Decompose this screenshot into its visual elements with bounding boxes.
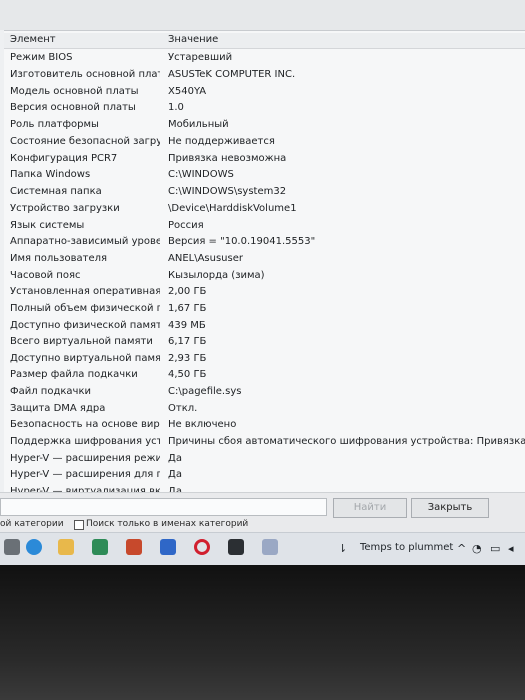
file-explorer-icon[interactable] — [58, 539, 74, 555]
top-strip — [0, 0, 525, 30]
row-value: Устаревший — [168, 52, 233, 63]
search-names-only-checkbox[interactable] — [74, 520, 84, 530]
row-name: Модель основной платы — [10, 86, 139, 97]
row-value: Откл. — [168, 403, 198, 414]
row-value: 1,67 ГБ — [168, 303, 207, 314]
network-icon[interactable]: ◔ — [472, 542, 482, 555]
weather-icon[interactable]: ⇂ — [338, 542, 347, 555]
row-name: Состояние безопасной загруз... — [10, 136, 160, 147]
row-name: Папка Windows — [10, 169, 91, 180]
row-name: Часовой пояс — [10, 270, 81, 281]
row-value: C:\pagefile.sys — [168, 386, 242, 397]
laptop-bezel — [0, 565, 525, 700]
column-header-value[interactable]: Значение — [168, 33, 218, 47]
search-names-only-label: Поиск только в именах категорий — [86, 519, 249, 529]
row-value: 4,50 ГБ — [168, 369, 207, 380]
opera-icon[interactable] — [194, 539, 210, 555]
row-name: Устройство загрузки — [10, 203, 120, 214]
row-value: 6,17 ГБ — [168, 336, 207, 347]
row-value: 2,00 ГБ — [168, 286, 207, 297]
row-value: Привязка невозможна — [168, 153, 287, 164]
row-value: Да — [168, 453, 182, 464]
search-options: ой категории Поиск только в именах катег… — [0, 517, 525, 533]
row-name: Режим BIOS — [10, 52, 73, 63]
powerpoint-icon[interactable] — [126, 539, 142, 555]
row-value: ASUSTeK COMPUTER INC. — [168, 69, 296, 80]
system-info-window: Элемент Значение Режим BIOS Устаревший Изг… — [0, 0, 525, 565]
row-name: Поддержка шифрования устр... — [10, 436, 160, 447]
row-name: Размер файла подкачки — [10, 369, 138, 380]
row-name: Имя пользователя — [10, 253, 108, 264]
row-name: Изготовитель основной платы — [10, 69, 160, 80]
row-value: C:\WINDOWS — [168, 169, 234, 180]
find-button[interactable]: Найти — [333, 498, 407, 518]
column-header-name[interactable]: Элемент — [10, 33, 160, 47]
weather-widget-text[interactable]: Temps to plummet — [360, 542, 453, 553]
edge-icon[interactable] — [26, 539, 42, 555]
row-name: Доступно физической памяти — [10, 320, 160, 331]
search-input[interactable] — [0, 498, 327, 516]
row-value: X540YA — [168, 86, 207, 97]
row-name: Установленная оперативная п... — [10, 286, 160, 297]
row-value: Мобильный — [168, 119, 229, 130]
row-name: Роль платформы — [10, 119, 99, 130]
row-name: Конфигурация PCR7 — [10, 153, 118, 164]
system-summary-table: Элемент Значение Режим BIOS Устаревший Изг… — [4, 30, 525, 513]
row-name: Безопасность на основе вирту... — [10, 419, 160, 430]
media-app-icon[interactable] — [228, 539, 244, 555]
row-name: Аппаратно-зависимый уровен... — [10, 236, 160, 247]
close-button[interactable]: Закрыть — [411, 498, 489, 518]
row-value: C:\WINDOWS\system32 — [168, 186, 287, 197]
tray-chevron-icon[interactable]: ^ — [457, 542, 466, 555]
row-value: Кызылорда (зима) — [168, 270, 265, 281]
option-category-label: ой категории — [0, 519, 64, 529]
row-name: Язык системы — [10, 220, 85, 231]
row-name: Системная папка — [10, 186, 102, 197]
row-value: 1.0 — [168, 102, 184, 113]
battery-icon[interactable]: ▭ — [490, 542, 500, 555]
row-value: ANEL\Asususer — [168, 253, 243, 264]
word-icon[interactable] — [160, 539, 176, 555]
row-value: Причины сбоя автоматического шифрования … — [168, 436, 525, 447]
row-value: Да — [168, 469, 182, 480]
excel-icon[interactable] — [92, 539, 108, 555]
row-value: 439 МБ — [168, 320, 206, 331]
row-name: Версия основной платы — [10, 102, 136, 113]
row-value: \Device\HarddiskVolume1 — [168, 203, 297, 214]
row-value: Не включено — [168, 419, 237, 430]
row-name: Защита DMA ядра — [10, 403, 106, 414]
table-header-row: Элемент Значение — [4, 33, 525, 49]
row-name: Файл подкачки — [10, 386, 91, 397]
row-name: Hyper-V — расширения для п... — [10, 469, 160, 480]
row-value: Не поддерживается — [168, 136, 275, 147]
row-name: Полный объем физической па... — [10, 303, 160, 314]
windows-start-icon[interactable] — [4, 539, 20, 555]
row-value: Версия = "10.0.19041.5553" — [168, 236, 316, 247]
volume-icon[interactable]: ◂ — [508, 542, 514, 555]
row-name: Всего виртуальной памяти — [10, 336, 153, 347]
system-info-app-icon[interactable] — [262, 539, 278, 555]
row-value: Россия — [168, 220, 204, 231]
row-name: Hyper-V — расширения режи... — [10, 453, 160, 464]
row-value: 2,93 ГБ — [168, 353, 207, 364]
row-name: Доступно виртуальной памяти — [10, 353, 160, 364]
